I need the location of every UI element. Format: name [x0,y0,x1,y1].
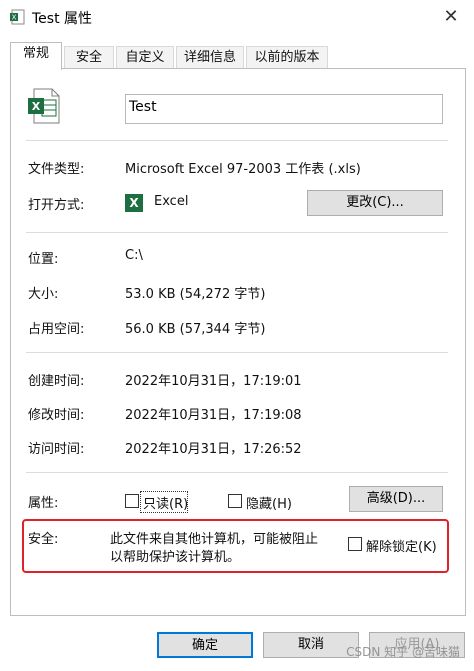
readonly-label[interactable]: 只读(R) [143,493,188,512]
cancel-button[interactable]: 取消 [263,632,359,658]
modified-value: 2022年10月31日，17:19:08 [125,408,302,423]
tab-details[interactable]: 详细信息 [176,46,244,69]
separator [26,232,448,233]
file-type-label: 文件类型: [28,162,85,177]
accessed-label: 访问时间: [28,442,85,457]
excel-file-icon: X [10,9,25,25]
attributes-label: 属性: [28,496,59,511]
hidden-label[interactable]: 隐藏(H) [246,493,292,512]
separator [26,472,448,473]
disk-size-value: 56.0 KB (57,344 字节) [125,322,266,337]
excel-app-icon: X [125,194,143,212]
watermark: CSDN 知乎 @苦味猫 [346,645,460,659]
close-icon[interactable]: ✕ [438,4,464,30]
unblock-checkbox[interactable] [348,537,362,551]
file-name-input[interactable]: Test [125,94,443,124]
security-message-line1: 此文件来自其他计算机，可能被阻止 [110,532,319,547]
tab-security[interactable]: 安全 [64,46,114,69]
tab-previous-versions[interactable]: 以前的版本 [246,46,328,69]
svg-text:X: X [32,100,41,113]
open-with-label: 打开方式: [28,198,85,213]
created-value: 2022年10月31日，17:19:01 [125,374,302,389]
separator [26,140,448,141]
location-value: C:\ [125,248,143,263]
created-label: 创建时间: [28,374,85,389]
window-title: Test 属性 [32,11,93,27]
svg-text:X: X [12,14,17,22]
file-type-value: Microsoft Excel 97-2003 工作表 (.xls) [125,162,361,177]
modified-label: 修改时间: [28,408,85,423]
separator [26,352,448,353]
open-with-app: Excel [154,194,189,209]
change-button[interactable]: 更改(C)... [307,190,443,216]
readonly-checkbox[interactable] [125,494,139,508]
accessed-value: 2022年10月31日，17:26:52 [125,442,302,457]
ok-button[interactable]: 确定 [157,632,253,658]
size-label: 大小: [28,287,59,302]
location-label: 位置: [28,252,59,267]
unblock-label[interactable]: 解除锁定(K) [366,536,437,555]
security-message-line2: 以帮助保护该计算机。 [110,550,241,565]
advanced-button[interactable]: 高级(D)... [349,486,443,512]
tab-general[interactable]: 常规 [10,42,62,70]
security-label: 安全: [28,532,59,547]
hidden-checkbox[interactable] [228,494,242,508]
tab-custom[interactable]: 自定义 [116,46,174,69]
title-bar: X Test 属性 ✕ [0,0,474,34]
excel-document-icon: X [28,88,60,124]
size-value: 53.0 KB (54,272 字节) [125,287,266,302]
disk-size-label: 占用空间: [28,322,85,337]
